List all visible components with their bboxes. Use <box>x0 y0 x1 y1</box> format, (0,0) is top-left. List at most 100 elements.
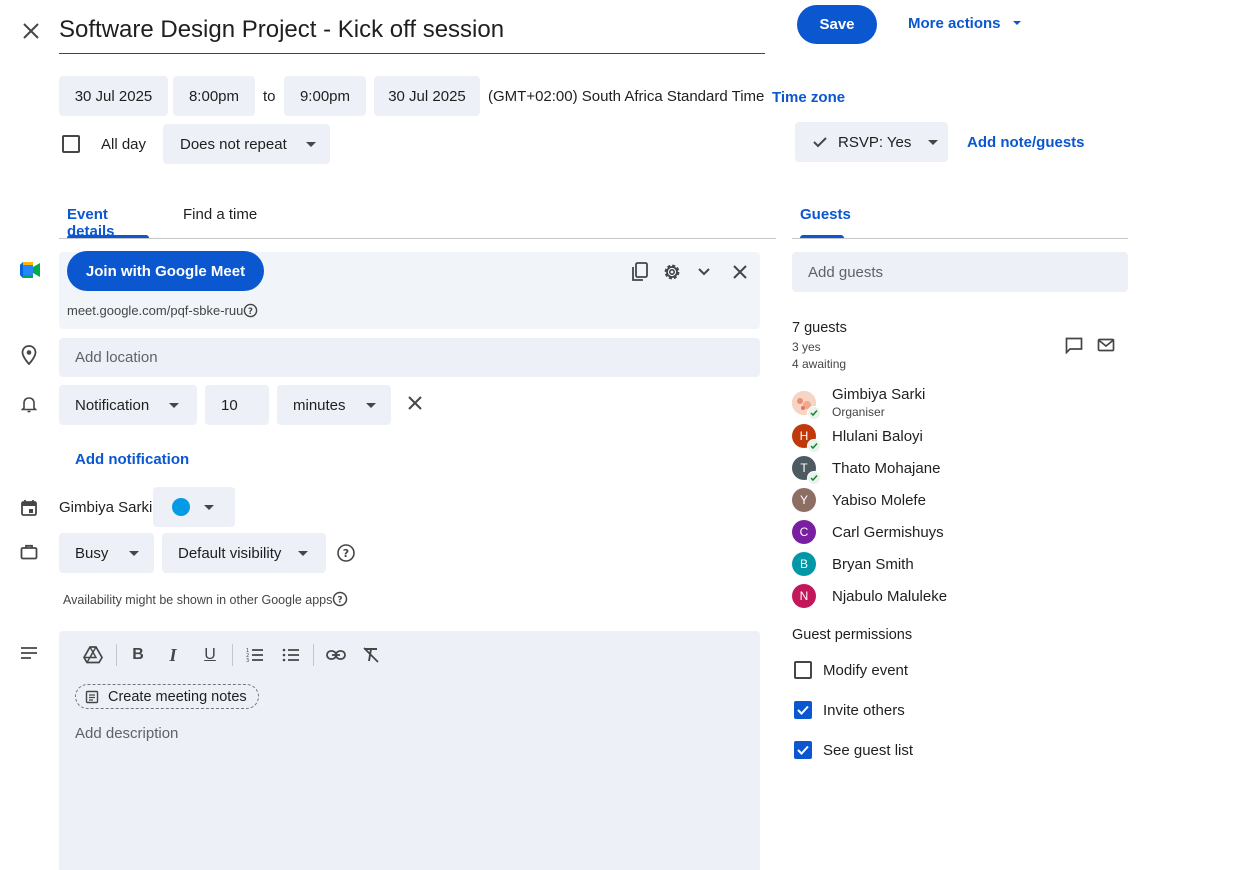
create-meeting-notes-button[interactable]: Create meeting notes <box>75 684 259 709</box>
dropdown-arrow-icon <box>298 550 309 556</box>
gear-icon[interactable] <box>660 260 684 284</box>
join-google-meet-button[interactable]: Join with Google Meet <box>67 251 264 291</box>
help-icon[interactable]: ? <box>331 590 349 608</box>
remove-notification-icon[interactable] <box>403 391 427 415</box>
help-icon[interactable]: ? <box>335 542 357 564</box>
chevron-down-icon[interactable] <box>692 260 716 284</box>
save-label: Save <box>819 16 855 33</box>
guest-row[interactable]: C Carl Germishuys <box>792 520 944 544</box>
close-icon[interactable] <box>18 18 44 44</box>
google-drive-icon[interactable] <box>81 643 105 667</box>
google-meet-icon <box>20 262 40 278</box>
guest-name: Carl Germishuys <box>832 523 944 541</box>
bold-icon[interactable]: B <box>126 643 150 667</box>
svg-text:?: ? <box>248 305 253 315</box>
start-time-chip[interactable]: 8:00pm <box>173 76 255 116</box>
svg-text:3: 3 <box>246 658 249 663</box>
briefcase-icon <box>18 541 40 563</box>
guest-row[interactable]: Gimbiya Sarki Organiser <box>792 386 926 420</box>
all-day-label: All day <box>101 136 147 153</box>
bell-icon <box>18 393 40 415</box>
timezone-link[interactable]: Time zone <box>772 89 845 106</box>
repeat-value: Does not repeat <box>180 135 287 153</box>
tabs-divider <box>59 238 776 239</box>
location-input[interactable]: Add location <box>59 338 760 377</box>
notification-type-dropdown[interactable]: Notification <box>59 385 197 425</box>
to-label: to <box>263 88 276 105</box>
guest-row[interactable]: B Bryan Smith <box>792 552 914 576</box>
all-day-checkbox[interactable] <box>62 135 80 153</box>
toolbar-separator <box>116 644 117 666</box>
meet-link[interactable]: meet.google.com/pqf-sbke-ruu <box>67 303 243 318</box>
accepted-check-icon <box>807 471 821 485</box>
add-note-guests-link[interactable]: Add note/guests <box>967 134 1085 151</box>
guest-row[interactable]: Y Yabiso Molefe <box>792 488 926 512</box>
calendar-icon <box>18 497 40 519</box>
avatar: C <box>792 520 816 544</box>
rsvp-dropdown[interactable]: RSVP: Yes <box>795 122 948 162</box>
busy-status: Busy <box>75 544 109 562</box>
toolbar-separator <box>313 644 314 666</box>
svg-text:?: ? <box>343 547 349 560</box>
notification-unit-dropdown[interactable]: minutes <box>277 385 391 425</box>
end-time-chip[interactable]: 9:00pm <box>284 76 366 116</box>
checkmark-icon <box>813 137 827 148</box>
dropdown-arrow-icon <box>204 504 214 510</box>
guest-count: 7 guests <box>792 320 847 336</box>
add-notification-link[interactable]: Add notification <box>75 451 189 468</box>
see-guest-list-checkbox[interactable] <box>794 741 812 759</box>
calendar-color-dropdown[interactable] <box>153 487 235 527</box>
add-guests-placeholder: Add guests <box>808 264 884 281</box>
availability-note: Availability might be shown in other Goo… <box>63 593 333 607</box>
chat-icon[interactable] <box>1062 333 1086 357</box>
tab-guests[interactable]: Guests <box>792 196 852 238</box>
guest-row[interactable]: H Hlulani Baloyi <box>792 424 923 453</box>
chevron-down-icon <box>1012 21 1021 25</box>
dropdown-arrow-icon <box>928 139 939 145</box>
invite-others-checkbox[interactable] <box>794 701 812 719</box>
guest-name: Gimbiya Sarki <box>832 386 926 403</box>
guest-row[interactable]: N Njabulo Maluleke <box>792 584 947 608</box>
avatar: Y <box>792 488 816 512</box>
end-date: 30 Jul 2025 <box>388 87 466 105</box>
start-date-chip[interactable]: 30 Jul 2025 <box>59 76 168 116</box>
notification-unit: minutes <box>293 396 346 414</box>
add-guests-input[interactable]: Add guests <box>792 252 1128 292</box>
accepted-check-icon <box>807 405 821 420</box>
guest-name: Yabiso Molefe <box>832 491 926 509</box>
tab-find-a-time-label: Find a time <box>183 206 258 223</box>
end-date-chip[interactable]: 30 Jul 2025 <box>374 76 480 116</box>
numbered-list-icon[interactable]: 123 <box>243 643 267 667</box>
avatar: T <box>792 456 821 485</box>
bulleted-list-icon[interactable] <box>279 643 303 667</box>
repeat-dropdown[interactable]: Does not repeat <box>163 124 330 164</box>
notification-amount-input[interactable]: 10 <box>205 385 269 425</box>
avatar: B <box>792 552 816 576</box>
calendar-owner: Gimbiya Sarki <box>59 499 153 516</box>
busy-status-dropdown[interactable]: Busy <box>59 533 154 573</box>
start-time: 8:00pm <box>188 87 240 105</box>
calendar-color-swatch <box>172 498 190 516</box>
event-title: Software Design Project - Kick off sessi… <box>59 16 505 43</box>
description-icon <box>18 642 40 664</box>
invite-others-label: Invite others <box>823 702 905 719</box>
modify-event-checkbox[interactable] <box>794 661 812 679</box>
tab-event-details[interactable]: Event details <box>59 196 157 240</box>
link-icon[interactable] <box>324 643 348 667</box>
save-button[interactable]: Save <box>797 5 877 44</box>
italic-icon[interactable]: I <box>161 643 185 667</box>
underline-icon[interactable]: U <box>198 643 222 667</box>
visibility-dropdown[interactable]: Default visibility <box>162 533 326 573</box>
dropdown-arrow-icon <box>305 141 316 147</box>
visibility-value: Default visibility <box>178 544 282 562</box>
email-icon[interactable] <box>1094 333 1118 357</box>
event-title-input[interactable]: Software Design Project - Kick off sessi… <box>59 6 765 54</box>
tab-find-a-time[interactable]: Find a time <box>175 196 271 238</box>
remove-meet-icon[interactable] <box>728 260 752 284</box>
clear-formatting-icon[interactable] <box>359 643 383 667</box>
more-actions-button[interactable]: More actions <box>908 12 1021 34</box>
guest-awaiting-count: 4 awaiting <box>792 357 847 371</box>
guest-row[interactable]: T Thato Mohajane <box>792 456 940 485</box>
copy-icon[interactable] <box>628 260 652 284</box>
help-icon[interactable]: ? <box>242 302 258 318</box>
